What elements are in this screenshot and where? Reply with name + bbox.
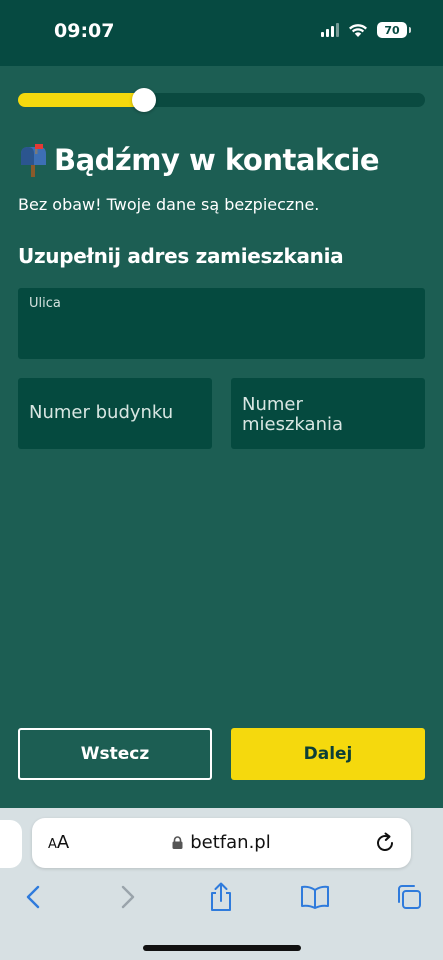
street-field[interactable]: Ulica (18, 288, 425, 359)
address-bar[interactable]: AA betfan.pl (32, 818, 411, 868)
title-row: Bądźmy w kontakcie (18, 143, 380, 177)
bookmarks-icon[interactable] (295, 880, 335, 914)
back-arrow-icon[interactable] (13, 880, 53, 914)
browser-chrome: AA betfan.pl (0, 808, 443, 960)
page-title: Bądźmy w kontakcie (54, 143, 380, 177)
back-button[interactable]: Wstecz (18, 728, 212, 780)
flat-number-field[interactable]: Numer mieszkania (231, 378, 425, 449)
address-section-title: Uzupełnij adres zamieszkania (18, 244, 344, 268)
forward-arrow-icon[interactable] (108, 880, 148, 914)
mailbox-icon (21, 144, 46, 177)
status-time: 09:07 (54, 20, 115, 42)
lock-icon (172, 836, 183, 849)
cellular-signal-icon (321, 23, 339, 37)
url-text: betfan.pl (190, 832, 271, 853)
progress-fill (18, 93, 144, 107)
page-subtitle: Bez obaw! Twoje dane są bezpieczne. (18, 195, 320, 214)
progress-bar (18, 88, 425, 112)
home-indicator[interactable] (143, 945, 301, 951)
reload-icon[interactable] (373, 831, 397, 855)
tabs-icon[interactable] (389, 880, 429, 914)
share-icon[interactable] (201, 880, 241, 914)
street-input[interactable] (29, 316, 409, 346)
flat-number-placeholder: Numer mieszkania (242, 394, 344, 435)
street-field-label: Ulica (29, 296, 61, 311)
status-bar: 09:07 70 (0, 0, 443, 66)
browser-toolbar (0, 880, 443, 926)
next-button[interactable]: Dalej (231, 728, 425, 780)
building-number-placeholder: Numer budynku (29, 402, 174, 423)
status-icons: 70 (321, 22, 411, 38)
battery-icon: 70 (377, 22, 411, 38)
wifi-icon (349, 23, 367, 37)
progress-knob (132, 88, 156, 112)
previous-tab-preview[interactable] (0, 820, 22, 868)
url-display[interactable]: betfan.pl (32, 832, 411, 853)
building-number-field[interactable]: Numer budynku (18, 378, 212, 449)
